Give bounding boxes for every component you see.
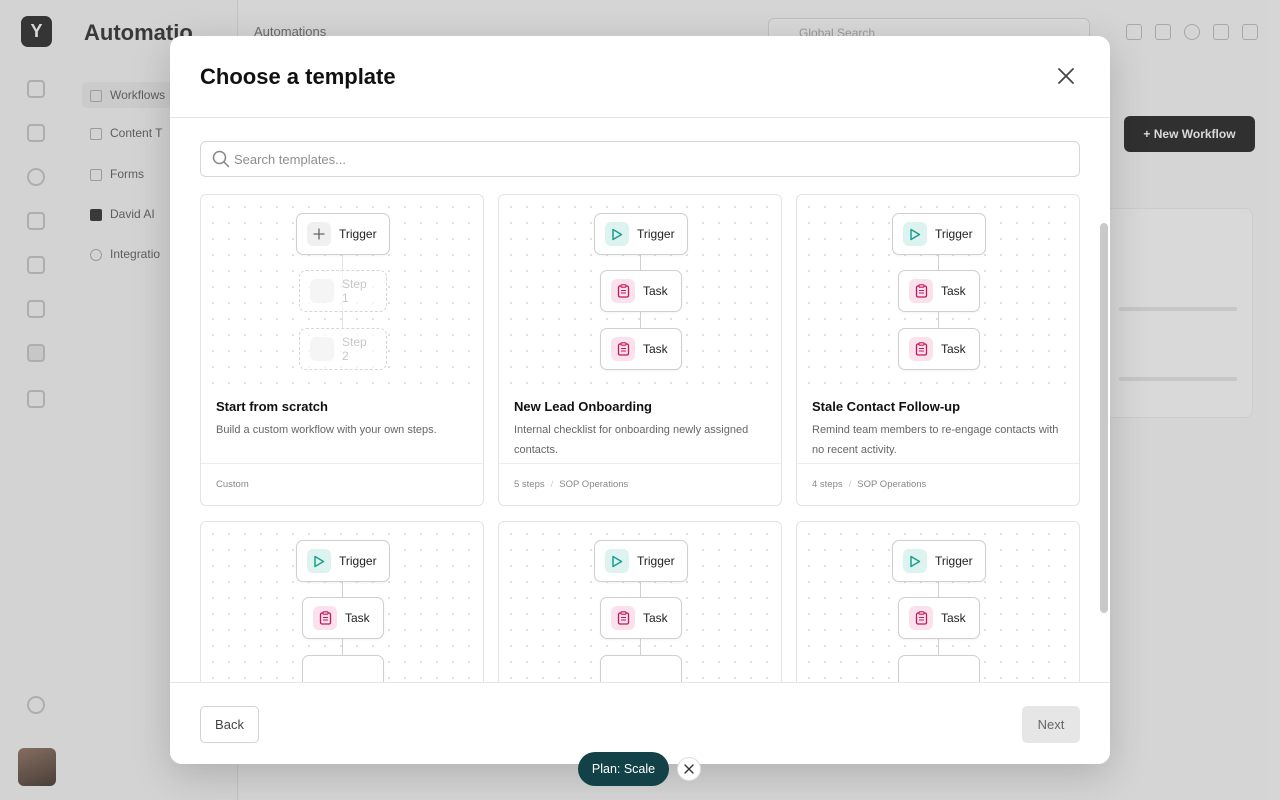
node-label: Task xyxy=(941,284,966,298)
task-node xyxy=(898,655,980,682)
close-icon xyxy=(1058,68,1074,84)
placeholder-step-node: Step 2 xyxy=(299,328,387,370)
dialog-title: Choose a template xyxy=(200,64,396,89)
template-meta: 5 steps / SOP Operations xyxy=(499,463,781,505)
clipboard-icon xyxy=(909,606,933,630)
template-meta: Custom xyxy=(201,463,483,505)
template-card[interactable]: Trigger Task Task Stale Contact Follow-up Re… xyxy=(796,194,1080,506)
clipboard-icon xyxy=(909,337,933,361)
node-label: Trigger xyxy=(339,227,377,241)
node-label: Task xyxy=(643,342,668,356)
close-button[interactable] xyxy=(1052,62,1080,90)
plus-icon xyxy=(307,222,331,246)
template-meta: 4 steps / SOP Operations xyxy=(797,463,1079,505)
trigger-node: Trigger xyxy=(296,213,390,255)
trigger-node: Trigger xyxy=(594,213,688,255)
node-label: Task xyxy=(345,611,370,625)
node-label: Task xyxy=(941,611,966,625)
task-node: Task xyxy=(898,597,980,639)
play-icon xyxy=(903,222,927,246)
meta-tag: Custom xyxy=(216,479,249,490)
node-label: Trigger xyxy=(637,227,675,241)
meta-tag: 5 steps xyxy=(514,479,545,490)
node-label: Trigger xyxy=(637,554,675,568)
clipboard-icon xyxy=(909,279,933,303)
choose-template-dialog: Choose a template Trigger Step 1 Step 2 Sta… xyxy=(170,36,1110,764)
task-node xyxy=(600,655,682,682)
node-label: Task xyxy=(643,611,668,625)
trigger-node: Trigger xyxy=(892,213,986,255)
meta-tag: SOP Operations xyxy=(857,479,927,490)
template-title: Start from scratch xyxy=(216,399,328,414)
plan-badge-close-button[interactable] xyxy=(677,757,701,781)
meta-tag: 4 steps xyxy=(812,479,843,490)
template-title: Stale Contact Follow-up xyxy=(812,399,961,414)
meta-tag: SOP Operations xyxy=(559,479,629,490)
node-label: Trigger xyxy=(339,554,377,568)
play-icon xyxy=(605,549,629,573)
clipboard-icon xyxy=(611,337,635,361)
task-node: Task xyxy=(600,597,682,639)
search-icon xyxy=(212,150,230,168)
scrollbar[interactable] xyxy=(1100,223,1108,613)
template-description: Internal checklist for onboarding newly … xyxy=(514,424,749,456)
workflow-preview: Trigger Task Task xyxy=(499,195,781,385)
template-description: Build a custom workflow with your own st… xyxy=(216,424,437,436)
clipboard-icon xyxy=(313,606,337,630)
close-icon xyxy=(684,764,694,774)
back-button[interactable]: Back xyxy=(200,706,259,743)
template-search-input[interactable] xyxy=(234,151,1054,167)
task-node xyxy=(302,655,384,682)
clipboard-icon xyxy=(611,606,635,630)
node-label: Task xyxy=(941,342,966,356)
workflow-preview: Trigger Task xyxy=(797,522,1079,682)
next-button[interactable]: Next xyxy=(1022,706,1080,743)
meta-separator: / xyxy=(848,479,852,490)
task-node: Task xyxy=(600,328,682,370)
workflow-preview: Trigger Task Task xyxy=(797,195,1079,385)
play-icon xyxy=(903,549,927,573)
dialog-header: Choose a template xyxy=(170,36,1110,118)
trigger-node: Trigger xyxy=(296,540,390,582)
template-card[interactable]: Trigger Step 1 Step 2 Start from scratch Bui… xyxy=(200,194,484,506)
template-title: New Lead Onboarding xyxy=(514,399,652,414)
node-label: Trigger xyxy=(935,227,973,241)
placeholder-icon xyxy=(310,279,334,303)
template-description: Remind team members to re-engage contact… xyxy=(812,424,1059,456)
template-card[interactable]: Trigger Task Task New Lead Onboarding Intern… xyxy=(498,194,782,506)
template-card[interactable]: Trigger Task xyxy=(796,521,1080,682)
node-label: Trigger xyxy=(935,554,973,568)
plan-badge[interactable]: Plan: Scale xyxy=(578,752,669,786)
task-node: Task xyxy=(302,597,384,639)
template-search[interactable] xyxy=(200,141,1080,177)
placeholder-step-node: Step 1 xyxy=(299,270,387,312)
play-icon xyxy=(605,222,629,246)
node-label: Step 2 xyxy=(342,335,367,363)
dialog-body[interactable]: Trigger Step 1 Step 2 Start from scratch Bui… xyxy=(170,119,1110,682)
trigger-node: Trigger xyxy=(594,540,688,582)
task-node: Task xyxy=(898,328,980,370)
task-node: Task xyxy=(600,270,682,312)
template-card[interactable]: Trigger Task xyxy=(200,521,484,682)
workflow-preview: Trigger Task xyxy=(499,522,781,682)
workflow-preview: Trigger Step 1 Step 2 xyxy=(201,195,483,385)
meta-separator: / xyxy=(550,479,554,490)
node-label: Task xyxy=(643,284,668,298)
clipboard-icon xyxy=(611,279,635,303)
placeholder-icon xyxy=(310,337,334,361)
node-label: Step 1 xyxy=(342,277,367,305)
play-icon xyxy=(307,549,331,573)
template-card[interactable]: Trigger Task xyxy=(498,521,782,682)
trigger-node: Trigger xyxy=(892,540,986,582)
workflow-preview: Trigger Task xyxy=(201,522,483,682)
task-node: Task xyxy=(898,270,980,312)
